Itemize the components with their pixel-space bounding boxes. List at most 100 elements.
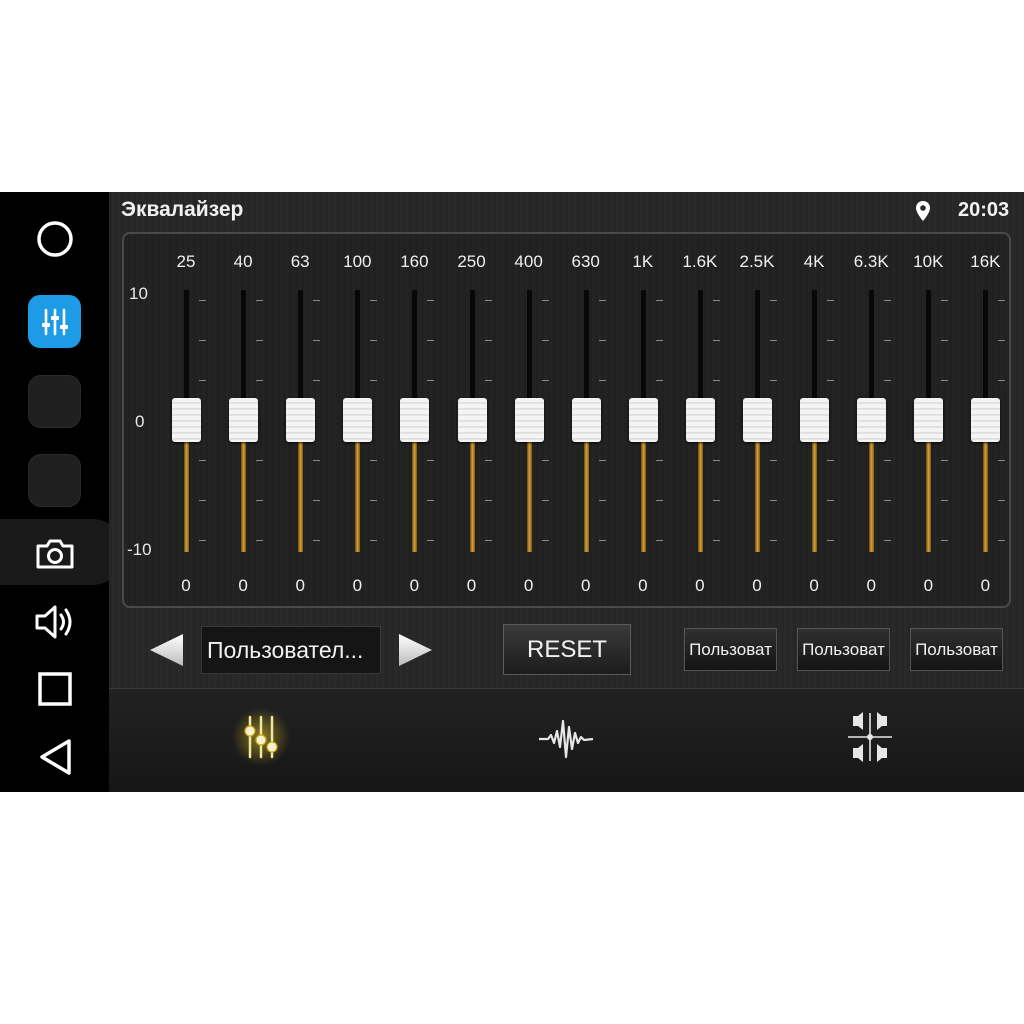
reset-button[interactable]: RESET xyxy=(503,624,631,675)
scale-tick xyxy=(998,300,1006,301)
slider-track-upper xyxy=(640,290,646,398)
scale-tick xyxy=(827,540,835,541)
blank-app-slot[interactable] xyxy=(28,375,81,428)
slider-track-lower xyxy=(983,440,989,552)
scale-tick xyxy=(941,500,949,501)
scale-tick xyxy=(484,460,492,461)
scale-tick xyxy=(484,500,492,501)
scale-tick xyxy=(484,380,492,381)
scale-tick xyxy=(256,500,264,501)
app-title: Эквалайзер xyxy=(121,198,244,221)
scale-tick xyxy=(598,340,606,341)
slider-track-lower xyxy=(697,440,703,552)
slider-track-lower xyxy=(355,440,361,552)
scale-tick xyxy=(655,300,663,301)
scale-tick xyxy=(541,540,549,541)
scale-tick xyxy=(256,300,264,301)
next-preset-button[interactable] xyxy=(395,632,435,668)
scale-tick xyxy=(199,500,206,501)
slider-knob[interactable] xyxy=(800,398,830,442)
band-frequency-label: 400 xyxy=(514,252,543,271)
scale-tick xyxy=(427,460,435,461)
slider-knob[interactable] xyxy=(971,398,1001,442)
user-preset-1-button[interactable]: Пользоват xyxy=(684,628,777,671)
preset-name-display[interactable]: Пользовател... xyxy=(201,626,381,674)
slider-knob[interactable] xyxy=(685,398,715,442)
scale-tick xyxy=(199,380,206,381)
band-column: 400 0 xyxy=(501,234,557,610)
slider-track-upper xyxy=(869,290,875,398)
band-column: 1.6K 0 xyxy=(672,234,728,610)
band-value-label: 0 xyxy=(238,576,248,595)
scale-tick xyxy=(370,300,378,301)
slider-knob[interactable] xyxy=(571,398,601,442)
slider-track-lower xyxy=(526,440,532,552)
scale-tick xyxy=(884,340,892,341)
band-frequency-label: 2.5K xyxy=(739,252,775,271)
user-preset-2-button[interactable]: Пользоват xyxy=(797,628,890,671)
recents-square-icon[interactable] xyxy=(30,664,80,714)
band-column: 630 0 xyxy=(558,234,614,610)
equalizer-app-icon[interactable] xyxy=(28,295,81,348)
band-column: 2.5K 0 xyxy=(729,234,785,610)
slider-knob[interactable] xyxy=(857,398,887,442)
slider-knob[interactable] xyxy=(343,398,373,442)
scale-tick xyxy=(313,340,321,341)
scale-tick xyxy=(655,540,663,541)
slider-track-upper xyxy=(697,290,703,398)
user-preset-3-button[interactable]: Пользоват xyxy=(910,628,1003,671)
slider-track-upper xyxy=(241,290,247,398)
blank-app-slot[interactable] xyxy=(28,454,81,507)
slider-knob[interactable] xyxy=(172,398,201,442)
band-frequency-label: 630 xyxy=(571,252,600,271)
band-frequency-label: 1.6K xyxy=(682,252,718,271)
slider-track-lower xyxy=(184,440,189,552)
slider-knob[interactable] xyxy=(514,398,544,442)
back-triangle-icon[interactable] xyxy=(30,732,80,782)
slider-knob[interactable] xyxy=(457,398,487,442)
scale-tick xyxy=(370,380,378,381)
scale-tick xyxy=(313,540,321,541)
equalizer-panel: 10 0 -10 25 0 40 0 63 0 100 0 160 0 250 0 400 0 630 0 1K… xyxy=(122,232,1011,608)
scale-tick xyxy=(598,300,606,301)
location-pin-icon xyxy=(915,200,931,222)
slider-knob[interactable] xyxy=(286,398,316,442)
band-column: 25 0 xyxy=(158,234,214,610)
camera-icon[interactable] xyxy=(30,532,80,576)
scale-tick xyxy=(998,380,1006,381)
home-circle-icon[interactable] xyxy=(30,214,80,264)
band-column: 40 0 xyxy=(215,234,271,610)
sound-wave-icon[interactable] xyxy=(536,707,596,767)
scale-label-top: 10 xyxy=(129,284,148,303)
scale-tick xyxy=(484,540,492,541)
scale-tick xyxy=(712,500,720,501)
scale-tick xyxy=(827,300,835,301)
band-frequency-label: 25 xyxy=(176,252,196,271)
band-value-label: 0 xyxy=(181,576,191,595)
previous-preset-button[interactable] xyxy=(147,632,187,668)
slider-knob[interactable] xyxy=(743,398,772,442)
scale-tick xyxy=(770,340,777,341)
slider-track-lower xyxy=(241,440,247,552)
scale-tick xyxy=(770,500,777,501)
slider-track-lower xyxy=(755,440,760,552)
scale-tick xyxy=(427,380,435,381)
band-column: 4K 0 xyxy=(786,234,842,610)
scale-tick xyxy=(712,460,720,461)
scale-tick xyxy=(427,500,435,501)
device-screen: Эквалайзер 20:03 10 0 -10 25 0 40 0 63 0 100 0 1… xyxy=(0,192,1024,792)
slider-knob[interactable] xyxy=(400,398,430,442)
slider-knob[interactable] xyxy=(229,398,259,442)
slider-track-upper xyxy=(755,290,760,398)
scale-tick xyxy=(313,380,321,381)
speaker-balance-icon[interactable] xyxy=(840,707,900,767)
slider-knob[interactable] xyxy=(914,398,944,442)
scale-tick xyxy=(712,340,720,341)
scale-tick xyxy=(598,540,606,541)
slider-knob[interactable] xyxy=(628,398,658,442)
equalizer-sliders-icon[interactable] xyxy=(231,707,291,767)
volume-icon[interactable] xyxy=(30,597,80,647)
band-value-label: 0 xyxy=(295,576,305,595)
scale-tick xyxy=(827,500,835,501)
band-column: 1K 0 xyxy=(615,234,671,610)
